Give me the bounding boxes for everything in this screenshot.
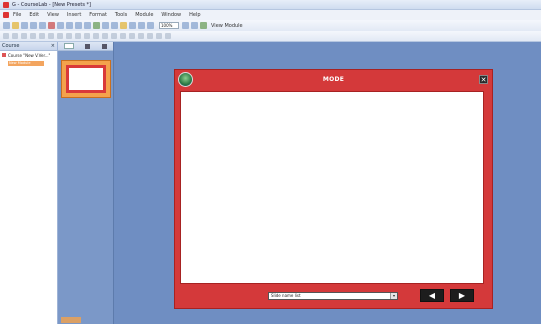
grid-icon[interactable] [129,22,136,29]
align-bottom-icon[interactable] [48,33,54,39]
window-titlebar: G - CourseLab - [New Presets *] [0,0,541,10]
menu-edit[interactable]: Edit [29,12,39,18]
tree-module-item[interactable]: New Module [0,59,57,67]
close-icon[interactable] [102,43,108,49]
paste-icon[interactable] [66,22,73,29]
align-middle-icon[interactable] [39,33,45,39]
app-icon [3,1,9,8]
bring-front-icon[interactable] [84,33,90,39]
menu-bar: File Edit View Insert Format Tools Modul… [0,10,541,20]
thumbnail-scrollbar[interactable] [61,317,81,323]
distribute-icon[interactable] [75,33,81,39]
copy-icon[interactable] [57,22,64,29]
close-icon[interactable]: ✕ [479,75,488,84]
pin-icon[interactable] [85,43,91,49]
menu-file[interactable]: File [13,12,21,18]
layer-icon[interactable] [129,33,135,39]
chevron-down-icon[interactable]: ▾ [390,293,397,299]
ungroup-icon[interactable] [111,33,117,39]
same-width-icon[interactable] [57,33,63,39]
course-panel-title: Course [2,43,20,49]
course-panel-header: Course × [0,42,57,51]
mode-content-area[interactable] [180,91,484,284]
color-icon[interactable] [156,33,162,39]
menu-help[interactable]: Help [189,12,200,18]
insert-frame-icon[interactable] [102,22,109,29]
menu-tools[interactable]: Tools [115,12,127,18]
slide-workspace[interactable]: MODE ✕ Slide name list ▾ ◀ ▶ [114,42,541,324]
close-icon[interactable]: × [51,43,55,49]
mode-titlebar: MODE ✕ [175,70,492,89]
line-icon[interactable] [165,33,171,39]
logo-icon [178,72,193,87]
align-icon[interactable] [138,22,145,29]
previous-button[interactable]: ◀ [420,289,444,302]
open-icon[interactable] [12,22,19,29]
document-icon[interactable] [3,12,9,18]
insert-slide-icon[interactable] [93,22,100,29]
course-icon [2,53,6,57]
menu-module[interactable]: Module [135,12,153,18]
slide-select-value: Slide name list [271,293,301,298]
new-icon[interactable] [3,22,10,29]
format-toolbar [0,31,541,42]
slide-thumbnail[interactable] [61,60,111,98]
align-left-icon[interactable] [3,33,9,39]
mode-title: MODE [322,76,345,83]
menu-format[interactable]: Format [89,12,107,18]
align-top-icon[interactable] [30,33,36,39]
slide-select[interactable]: Slide name list ▾ [268,292,398,300]
zoom-in-icon[interactable] [191,22,198,29]
course-panel: Course × Course "New V.Ver..." New Modul… [0,42,58,324]
tree-course-label: Course "New V.Ver..." [8,52,51,58]
same-height-icon[interactable] [66,33,72,39]
preview-icon[interactable] [39,22,46,29]
rotate-icon[interactable] [138,33,144,39]
menu-window[interactable]: Window [161,12,181,18]
send-back-icon[interactable] [93,33,99,39]
window-title: G - CourseLab - [New Presets *] [12,1,92,8]
mode-footer: Slide name list ▾ ◀ ▶ [175,284,492,308]
align-right-icon[interactable] [21,33,27,39]
align-center-icon[interactable] [12,33,18,39]
save-icon[interactable] [21,22,28,29]
view-module-button[interactable]: View Module [211,23,243,29]
insert-object-icon[interactable] [111,22,118,29]
redo-icon[interactable] [84,22,91,29]
flip-icon[interactable] [147,33,153,39]
slides-tab[interactable] [63,43,74,49]
view-module-icon[interactable] [200,22,207,29]
slide-thumbnails-panel [58,42,114,324]
next-button[interactable]: ▶ [450,289,474,302]
thumbnails-header [58,42,113,51]
menu-insert[interactable]: Insert [67,12,81,18]
undo-icon[interactable] [75,22,82,29]
standard-toolbar: 100% View Module [0,20,541,31]
group-icon[interactable] [102,33,108,39]
print-icon[interactable] [30,22,37,29]
tree-course-root[interactable]: Course "New V.Ver..." [0,51,57,59]
menu-view[interactable]: View [47,12,59,18]
zoom-out-icon[interactable] [182,22,189,29]
mode-window: MODE ✕ Slide name list ▾ ◀ ▶ [174,69,493,309]
cut-icon[interactable] [48,22,55,29]
lock-icon[interactable] [120,33,126,39]
tree-module-label: New Module [8,60,44,66]
properties-icon[interactable] [147,22,154,29]
zoom-select[interactable]: 100% [159,22,179,29]
image-icon[interactable] [120,22,127,29]
